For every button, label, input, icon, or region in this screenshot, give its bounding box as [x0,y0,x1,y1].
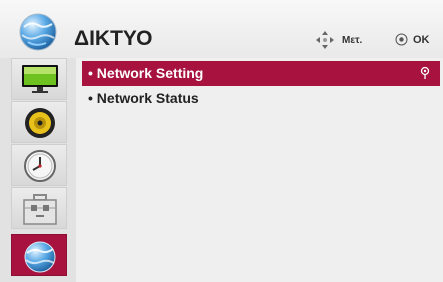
hint-ok-label: OK [413,34,430,46]
menu-item-label: • Network Setting [88,65,204,81]
ok-button-icon [395,33,408,46]
settings-toolbox-icon [23,194,57,225]
network-globe-icon [19,13,57,51]
audio-speaker-icon [25,108,55,138]
four-way-arrow-icon [316,31,334,49]
menu-item-network-setting[interactable]: • Network Setting [82,61,440,86]
location-pin-icon [420,66,430,79]
network-globe-icon [24,241,56,273]
picture-tv-icon [22,65,58,93]
category-sidebar [0,58,76,282]
sidebar-item-audio[interactable] [11,101,67,143]
sidebar-item-time[interactable] [11,144,67,186]
page-title: ΔΙΚΤΥΟ [74,27,153,50]
menu-item-network-status[interactable]: • Network Status [82,86,440,111]
sidebar-item-settings[interactable] [11,187,67,229]
hint-move-label: Μετ. [342,35,363,46]
network-menu-window: ΔΙΚΤΥΟ Μετ. OK • Network Setting • Netwo… [0,0,443,282]
sidebar-item-picture[interactable] [11,58,67,100]
menu-item-label: • Network Status [88,90,199,106]
sidebar-item-network[interactable] [11,234,67,276]
menu-content: • Network Setting • Network Status [76,58,443,282]
time-clock-icon [24,150,56,182]
menu-header: ΔΙΚΤΥΟ Μετ. OK [0,0,443,58]
